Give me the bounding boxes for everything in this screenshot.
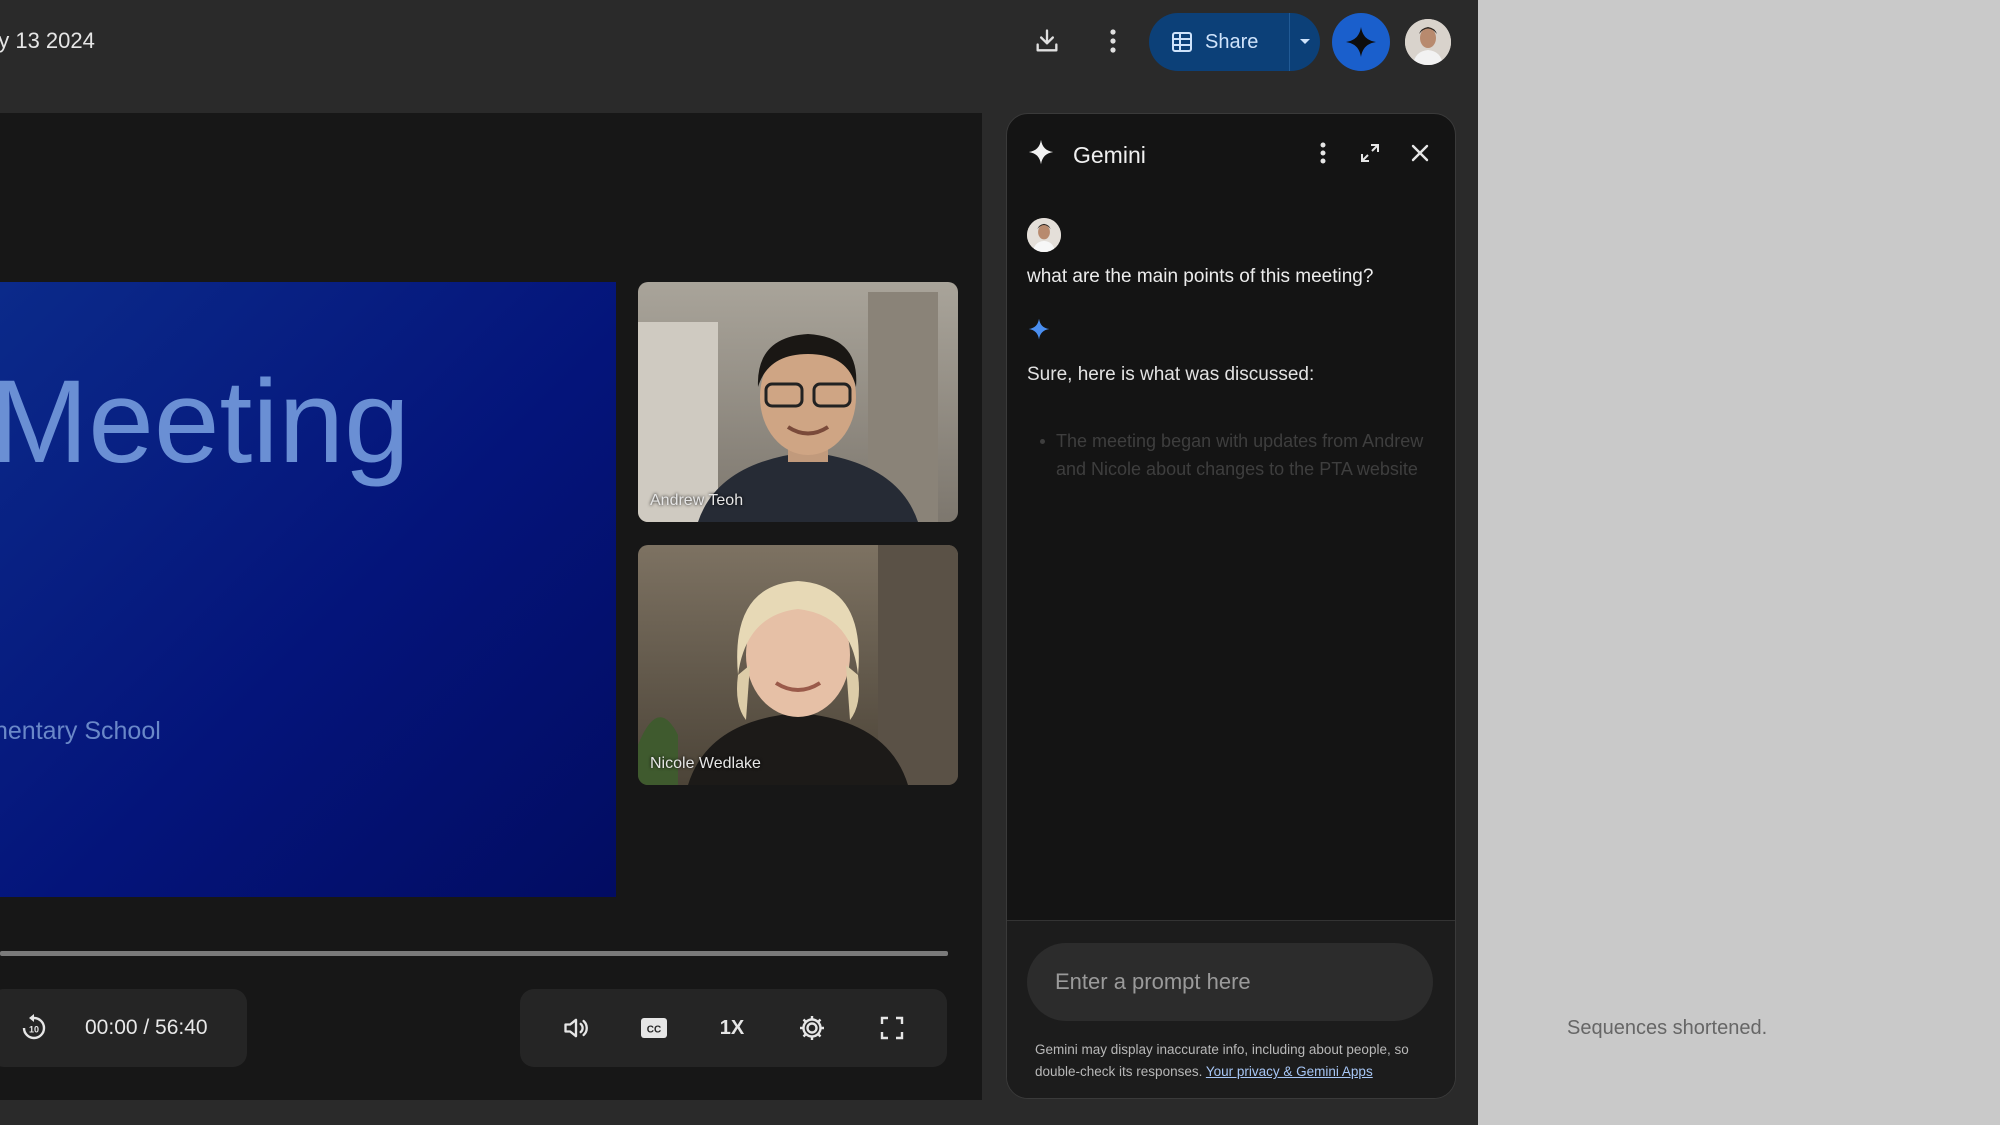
download-icon[interactable]: [1030, 24, 1064, 58]
slide-title: Meeting: [0, 356, 410, 488]
more-vert-icon[interactable]: [1098, 24, 1128, 58]
playback-controls-left: 10 00:00 / 56:40: [0, 989, 247, 1067]
replay-10-icon[interactable]: 10: [16, 1010, 52, 1046]
gemini-panel: Gemini what are the main points of this …: [1006, 113, 1456, 1099]
gemini-disclaimer: Gemini may display inaccurate info, incl…: [1035, 1039, 1435, 1083]
gemini-spark-icon: [1346, 27, 1376, 57]
participant-video: [638, 545, 958, 785]
account-avatar[interactable]: [1405, 19, 1451, 65]
bullet-dot: [1040, 439, 1045, 444]
participant-name: Nicole Wedlake: [650, 755, 761, 772]
participant-video: [638, 292, 938, 522]
more-vert-icon[interactable]: [1309, 138, 1337, 168]
gemini-input-area: Gemini may display inaccurate info, incl…: [1007, 920, 1455, 1098]
gemini-panel-title: Gemini: [1073, 142, 1146, 168]
share-dropdown[interactable]: [1290, 13, 1320, 71]
playback-controls-right: CC 1X: [520, 989, 947, 1067]
caption: Sequences shortened.: [1567, 1017, 1768, 1039]
expand-icon[interactable]: [1355, 138, 1385, 168]
recording-title: ay 13 2024: [0, 28, 95, 53]
closed-captions-icon[interactable]: CC: [636, 1010, 672, 1046]
gemini-response-icon: [1027, 317, 1051, 341]
participant-tile[interactable]: Nicole Wedlake: [638, 545, 958, 785]
svg-text:CC: CC: [647, 1025, 661, 1036]
caret-down-icon: [1300, 39, 1310, 44]
fullscreen-icon[interactable]: [874, 1010, 910, 1046]
share-button[interactable]: Share: [1149, 13, 1320, 71]
playback-time: 00:00 / 56:40: [85, 1016, 208, 1039]
progress-bar[interactable]: [0, 951, 948, 956]
share-main[interactable]: Share: [1149, 13, 1289, 71]
gemini-panel-header: Gemini: [1007, 114, 1455, 190]
slide-subtitle: nentary School: [0, 717, 161, 745]
participant-name: Andrew Teoh: [650, 492, 744, 509]
close-icon[interactable]: [1405, 138, 1435, 168]
meet-recording-app: ay 13 2024 Share Meeting nentary School: [0, 0, 1478, 1125]
participant-tile[interactable]: Andrew Teoh: [638, 282, 958, 522]
answer-bullet: The meeting began with updates from Andr…: [1056, 431, 1424, 479]
user-question: what are the main points of this meeting…: [1027, 266, 1374, 287]
video-player[interactable]: Meeting nentary School Andrew Teoh Nicol…: [0, 113, 982, 1100]
volume-icon[interactable]: [558, 1010, 594, 1046]
gemini-button[interactable]: [1332, 13, 1390, 71]
settings-gear-icon[interactable]: [794, 1010, 830, 1046]
answer-intro: Sure, here is what was discussed:: [1027, 364, 1315, 385]
share-label: Share: [1205, 30, 1259, 53]
prompt-input[interactable]: [1027, 943, 1433, 1021]
gemini-spark-icon: [1027, 138, 1055, 166]
privacy-link[interactable]: Your privacy & Gemini Apps: [1206, 1064, 1373, 1079]
user-avatar: [1027, 218, 1061, 252]
presentation-slide: Meeting nentary School: [0, 282, 616, 897]
sheet-icon: [1172, 32, 1192, 52]
playback-speed-button[interactable]: 1X: [714, 1010, 750, 1046]
svg-text:10: 10: [29, 1025, 39, 1035]
